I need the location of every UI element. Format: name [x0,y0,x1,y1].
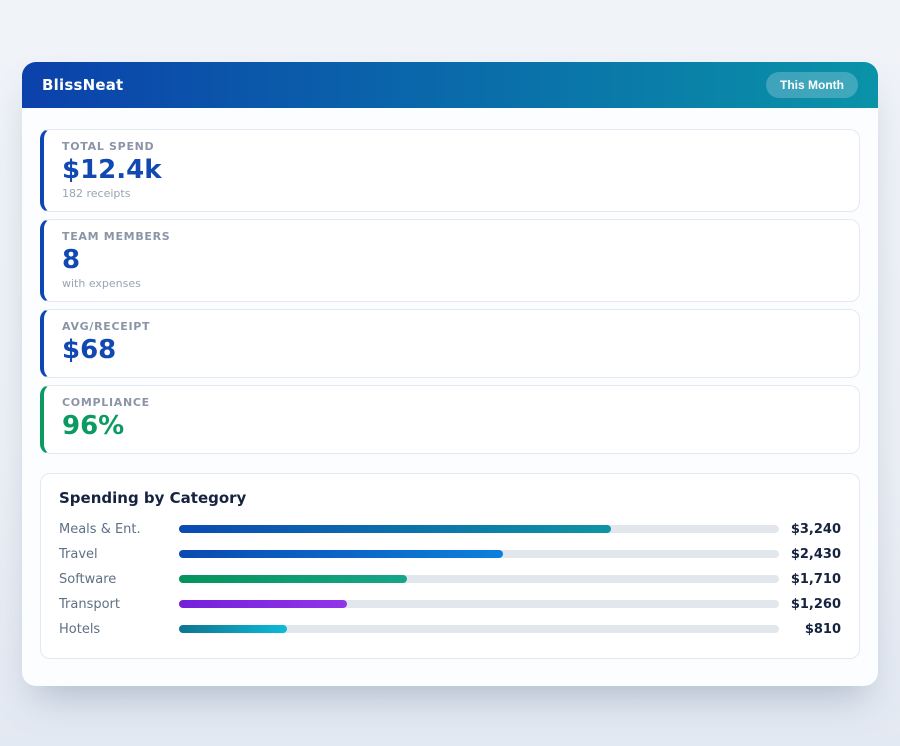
stat-label: TOTAL SPEND [62,140,841,153]
stat-label: TEAM MEMBERS [62,230,841,243]
stat-label: AVG/RECEIPT [62,320,841,333]
stat-value: $68 [62,336,841,366]
bar-track [179,525,779,533]
value-label: $1,710 [779,572,841,587]
value-label: $1,260 [779,597,841,612]
category-label: Software [59,572,179,587]
stat-card: TEAM MEMBERS 8 with expenses [40,219,860,302]
category-label: Travel [59,547,179,562]
stat-subtext: 182 receipts [62,187,841,200]
bar-fill [179,625,287,633]
bar-fill [179,575,407,583]
bar-fill [179,550,503,558]
chart-row: Meals & Ent. $3,240 [59,517,841,542]
category-label: Hotels [59,622,179,637]
stat-value: 8 [62,246,841,276]
stat-card: AVG/RECEIPT $68 [40,309,860,378]
stat-label: COMPLIANCE [62,396,841,409]
category-label: Meals & Ent. [59,522,179,537]
chart-row: Transport $1,260 [59,592,841,617]
page: { "app": { "title": "BlissNeat", "period… [0,0,900,746]
dashboard-panel: BlissNeat This Month TOTAL SPEND $12.4k … [22,62,878,686]
chart-row: Software $1,710 [59,567,841,592]
bar-track [179,600,779,608]
value-label: $2,430 [779,547,841,562]
bar-fill [179,525,611,533]
category-label: Transport [59,597,179,612]
bar-track [179,625,779,633]
stat-card: TOTAL SPEND $12.4k 182 receipts [40,129,860,212]
panel-content: TOTAL SPEND $12.4k 182 receipts TEAM MEM… [22,108,878,659]
stat-card: COMPLIANCE 96% [40,385,860,454]
stat-value: $12.4k [62,156,841,186]
bar-track [179,575,779,583]
value-label: $810 [779,622,841,637]
stats-list: TOTAL SPEND $12.4k 182 receipts TEAM MEM… [40,129,860,454]
chart-title: Spending by Category [59,489,841,507]
chart-row: Hotels $810 [59,617,841,642]
app-header: BlissNeat This Month [22,62,878,108]
chart-row: Travel $2,430 [59,542,841,567]
app-title: BlissNeat [42,76,123,94]
bar-track [179,550,779,558]
bar-fill [179,600,347,608]
value-label: $3,240 [779,522,841,537]
stat-subtext: with expenses [62,277,841,290]
spending-chart-card: Spending by Category Meals & Ent. $3,240… [40,473,860,659]
chart-rows: Meals & Ent. $3,240 Travel $2,430 Softwa… [59,517,841,642]
period-badge[interactable]: This Month [766,72,858,98]
stat-value: 96% [62,412,841,442]
